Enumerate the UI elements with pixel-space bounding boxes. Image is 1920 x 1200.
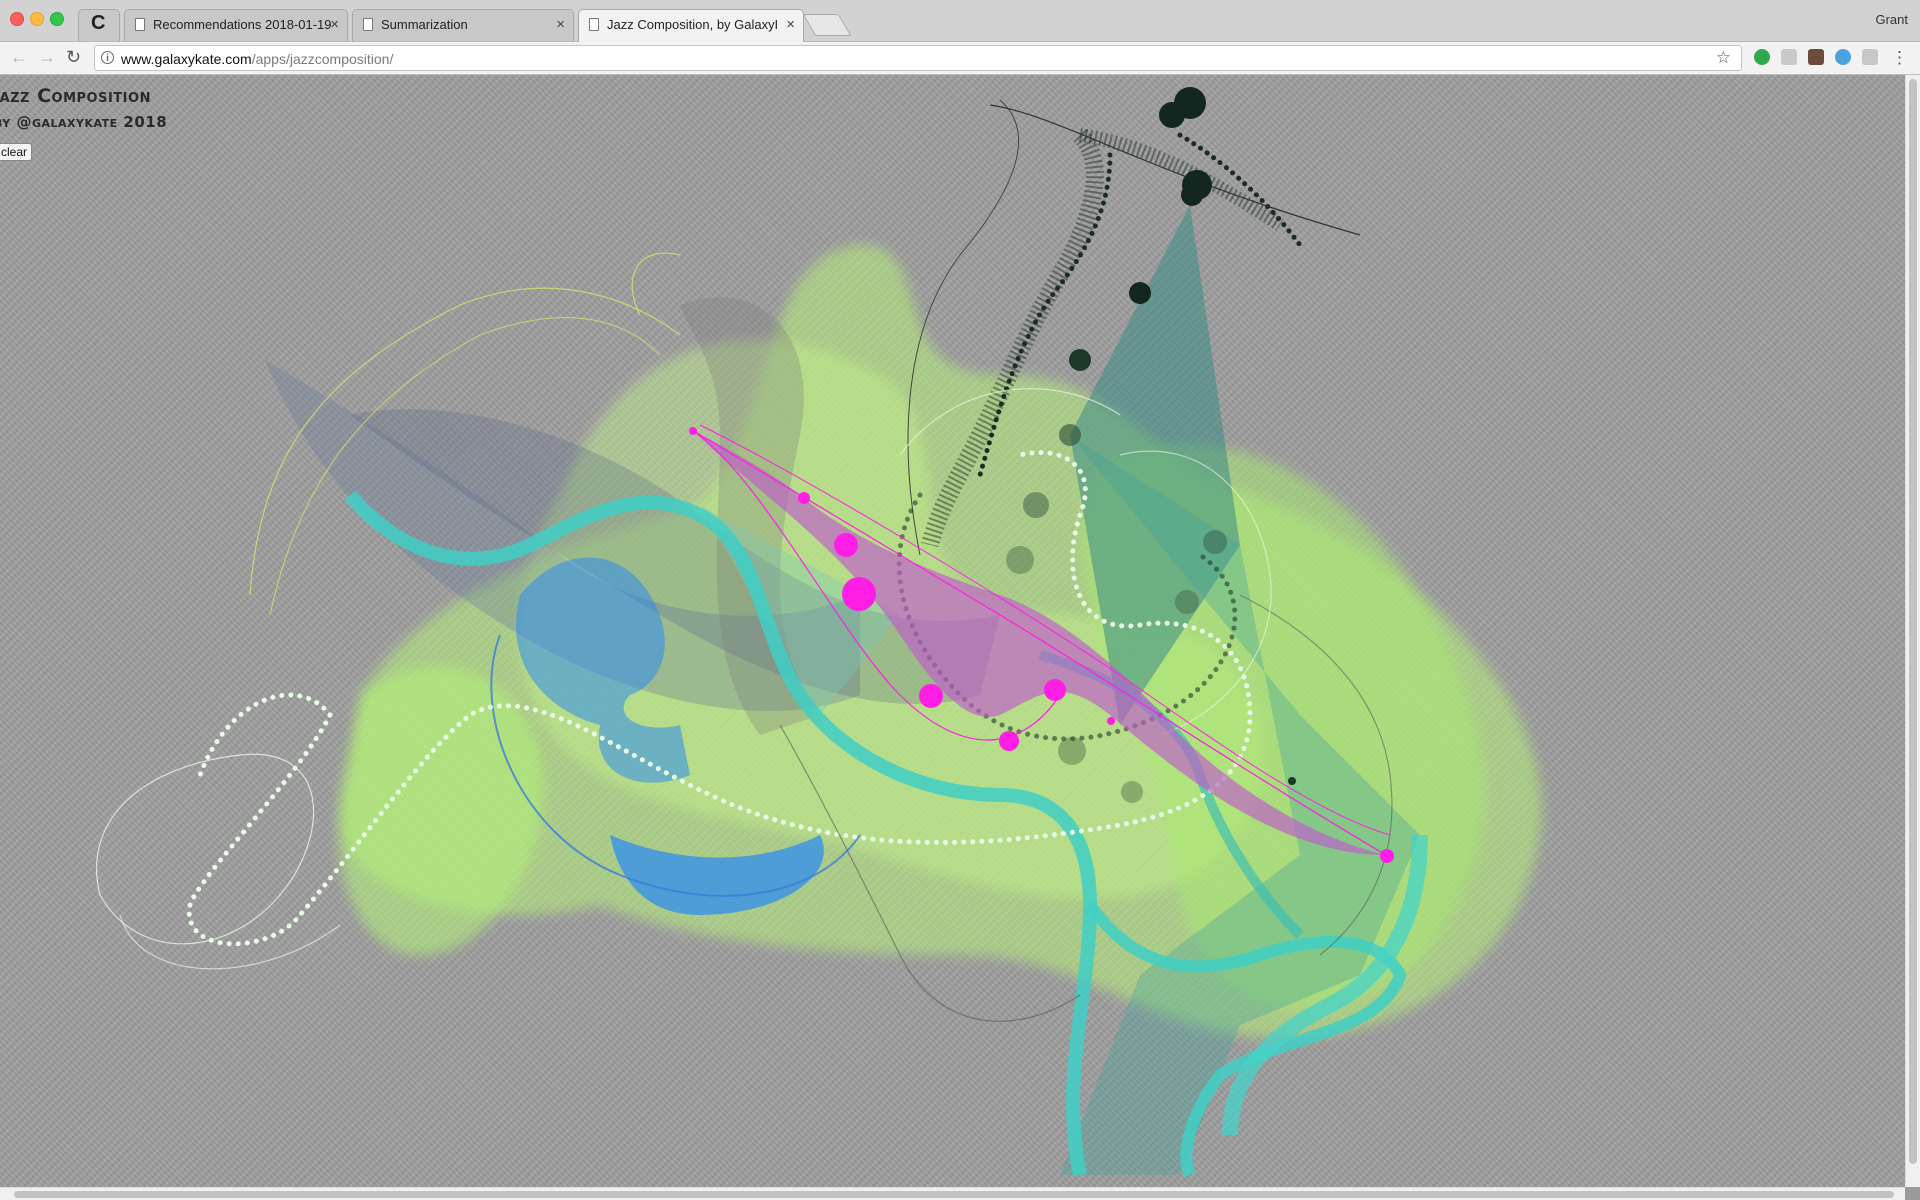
magenta-dot — [798, 492, 810, 504]
jazz-composition-canvas[interactable] — [0, 75, 1905, 1187]
magenta-dot — [1044, 679, 1066, 701]
magenta-dot — [1380, 849, 1394, 863]
tab-label: Jazz Composition, by GalaxyK — [607, 17, 777, 32]
horizontal-scrollbar[interactable] — [0, 1187, 1905, 1200]
url-path: /apps/jazzcomposition/ — [251, 51, 394, 67]
dark-dot — [1023, 492, 1049, 518]
document-icon — [363, 18, 373, 31]
back-arrow-icon[interactable]: ← — [10, 47, 28, 68]
page-subtitle: by @galaxykate 2018 — [0, 113, 168, 131]
document-icon — [135, 18, 145, 31]
forward-arrow-icon[interactable]: → — [38, 47, 56, 68]
profile-name[interactable]: Grant — [1875, 12, 1908, 27]
window-close-button[interactable] — [10, 12, 24, 26]
browser-toolbar: ← → ↻ i www.galaxykate.com/apps/jazzcomp… — [0, 42, 1920, 75]
dark-dot — [1203, 530, 1227, 554]
dark-dot — [1069, 349, 1091, 371]
tab-recommendations[interactable]: Recommendations 2018-01-19 × — [124, 9, 348, 41]
tab-close-icon[interactable]: × — [330, 16, 339, 33]
extension-ghost-icon[interactable] — [1808, 49, 1824, 65]
magenta-dot — [834, 533, 858, 557]
yellow-line — [631, 252, 681, 316]
tab-label: Summarization — [381, 17, 468, 32]
url-text: www.galaxykate.com/apps/jazzcomposition/ — [121, 51, 393, 67]
new-tab-button[interactable] — [802, 14, 852, 36]
document-icon — [589, 18, 599, 31]
info-icon[interactable]: i — [101, 51, 114, 64]
window-maximize-button[interactable] — [50, 12, 64, 26]
dark-dot — [1288, 777, 1296, 785]
dark-dot — [1159, 102, 1185, 128]
url-domain: www.galaxykate.com — [121, 51, 252, 67]
tab-pinned-label: C — [91, 12, 106, 34]
extension-green-icon[interactable] — [1754, 49, 1770, 65]
dark-dot — [1175, 590, 1199, 614]
clear-button[interactable]: clear — [0, 143, 33, 161]
tab-strip: C Recommendations 2018-01-19 × Summariza… — [0, 0, 1920, 42]
tab-label: Recommendations 2018-01-19 — [153, 17, 332, 32]
vertical-scrollbar[interactable] — [1905, 75, 1920, 1187]
horizontal-scroll-thumb[interactable] — [14, 1191, 1894, 1198]
reload-icon[interactable]: ↻ — [66, 47, 81, 68]
bookmark-star-icon[interactable]: ☆ — [1716, 48, 1731, 68]
address-bar[interactable]: i www.galaxykate.com/apps/jazzcompositio… — [94, 45, 1742, 71]
dark-dot — [1058, 737, 1086, 765]
extension-r-icon[interactable] — [1862, 49, 1878, 65]
white-outline — [95, 753, 315, 945]
tab-close-icon[interactable]: × — [556, 16, 565, 33]
magenta-dot — [919, 684, 943, 708]
window-minimize-button[interactable] — [30, 12, 44, 26]
tab-jazz-composition[interactable]: Jazz Composition, by GalaxyK × — [578, 9, 804, 42]
menu-icon[interactable]: ⋮ — [1891, 48, 1908, 68]
dark-dot — [1059, 424, 1081, 446]
extension-shield-icon[interactable] — [1781, 49, 1797, 65]
page-title: Jazz Composition — [0, 85, 151, 107]
dark-dot — [1006, 546, 1034, 574]
vertical-scroll-thumb[interactable] — [1909, 79, 1917, 1164]
magenta-dot — [842, 577, 876, 611]
page-viewport: Jazz Composition by @galaxykate 2018 cle… — [0, 75, 1905, 1187]
white-dotted-curve — [197, 692, 333, 778]
tab-close-icon[interactable]: × — [786, 16, 795, 33]
magenta-dot — [1107, 717, 1115, 725]
magenta-dot — [999, 731, 1019, 751]
tab-pinned[interactable]: C — [78, 9, 120, 41]
dark-dot — [1181, 184, 1203, 206]
magenta-dot — [689, 427, 697, 435]
dark-dot — [1129, 282, 1151, 304]
dark-dot — [1121, 781, 1143, 803]
extension-check-icon[interactable] — [1835, 49, 1851, 65]
tab-summarization[interactable]: Summarization × — [352, 9, 574, 41]
